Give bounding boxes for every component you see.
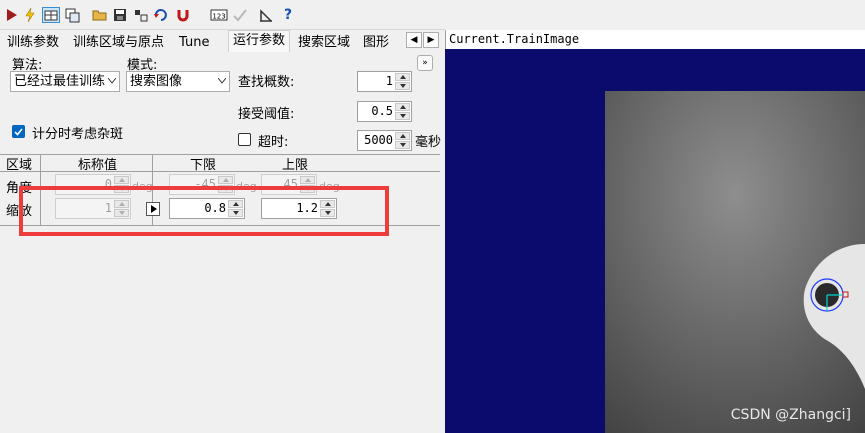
timeout-stepper[interactable]: 5000 [357, 130, 412, 151]
timeout-checkbox[interactable] [238, 133, 251, 146]
accept-threshold-stepper[interactable]: 0.5 [357, 101, 412, 122]
tab-strip: 训练参数 训练区域与原点 Tune 运行参数 搜索区域 图形 ◀ ▶ [0, 30, 444, 52]
find-count-value: 1 [385, 74, 393, 88]
spin-down-button[interactable] [395, 141, 410, 149]
copy-image-icon[interactable] [64, 7, 80, 23]
clutter-label: 计分时考虑杂斑 [32, 127, 124, 142]
clutter-checkbox[interactable] [12, 125, 25, 138]
tab-search-region[interactable]: 搜索区域 [293, 32, 355, 52]
accept-threshold-label: 接受阈值: [238, 107, 295, 122]
mode-select[interactable]: 搜索图像 [126, 71, 230, 92]
image-panel: Current.TrainImage CSDN @Zhangci] [445, 30, 865, 433]
mode-value: 搜索图像 [130, 74, 183, 89]
train-image [605, 91, 865, 433]
spin-up-button[interactable] [395, 73, 410, 81]
collapse-icon[interactable]: » [417, 55, 433, 71]
watermark: CSDN @Zhangci] [730, 407, 851, 423]
timeout-label: 超时: [258, 135, 289, 150]
image-title: Current.TrainImage [445, 30, 865, 49]
ruler-icon[interactable] [258, 7, 274, 23]
chevron-down-icon [218, 78, 226, 84]
checkmark-icon [14, 128, 23, 136]
spin-up-button[interactable] [395, 103, 410, 111]
region-icon[interactable] [133, 7, 149, 23]
help-icon[interactable]: ? [280, 7, 296, 23]
tab-train-region-origin[interactable]: 训练区域与原点 [68, 32, 169, 52]
tab-train-params[interactable]: 训练参数 [2, 32, 64, 52]
divider [0, 154, 440, 155]
magnet-icon[interactable] [175, 7, 191, 23]
grid-view-icon[interactable] [42, 7, 60, 23]
timeout-value: 5000 [364, 133, 393, 147]
image-canvas[interactable]: CSDN @Zhangci] [445, 49, 865, 433]
save-icon[interactable] [112, 7, 128, 23]
tab-tune[interactable]: Tune [174, 32, 214, 52]
chevron-down-icon [108, 78, 116, 84]
tab-scroll-left-button[interactable]: ◀ [406, 32, 422, 48]
find-count-label: 查找概数: [238, 75, 295, 90]
highlight-box [19, 186, 389, 236]
toolbar: 123 ? [0, 0, 445, 30]
undo-icon[interactable] [153, 7, 169, 23]
tab-graphics[interactable]: 图形 [358, 32, 394, 52]
find-count-stepper[interactable]: 1 [357, 71, 412, 92]
tab-scroll-right-button[interactable]: ▶ [423, 32, 439, 48]
algorithm-value: 已经过最佳训练 [14, 74, 106, 89]
spin-down-button[interactable] [395, 112, 410, 120]
spin-up-button[interactable] [395, 132, 410, 140]
spin-up-button[interactable] [114, 176, 129, 184]
divider [0, 171, 440, 172]
tab-run-params[interactable]: 运行参数 [228, 30, 291, 52]
timeout-unit: 毫秒 [415, 135, 442, 150]
run-icon[interactable] [4, 7, 20, 23]
spin-up-button[interactable] [218, 176, 233, 184]
open-folder-icon[interactable] [92, 7, 108, 23]
counter-icon[interactable]: 123 [210, 7, 228, 23]
lightning-icon[interactable] [22, 7, 38, 23]
algorithm-select[interactable]: 已经过最佳训练 [10, 71, 120, 92]
accept-threshold-value: 0.5 [371, 104, 393, 118]
checkmark-icon [232, 7, 248, 23]
svg-text:123: 123 [212, 13, 225, 21]
spin-up-button[interactable] [300, 176, 315, 184]
spin-down-button[interactable] [395, 82, 410, 90]
